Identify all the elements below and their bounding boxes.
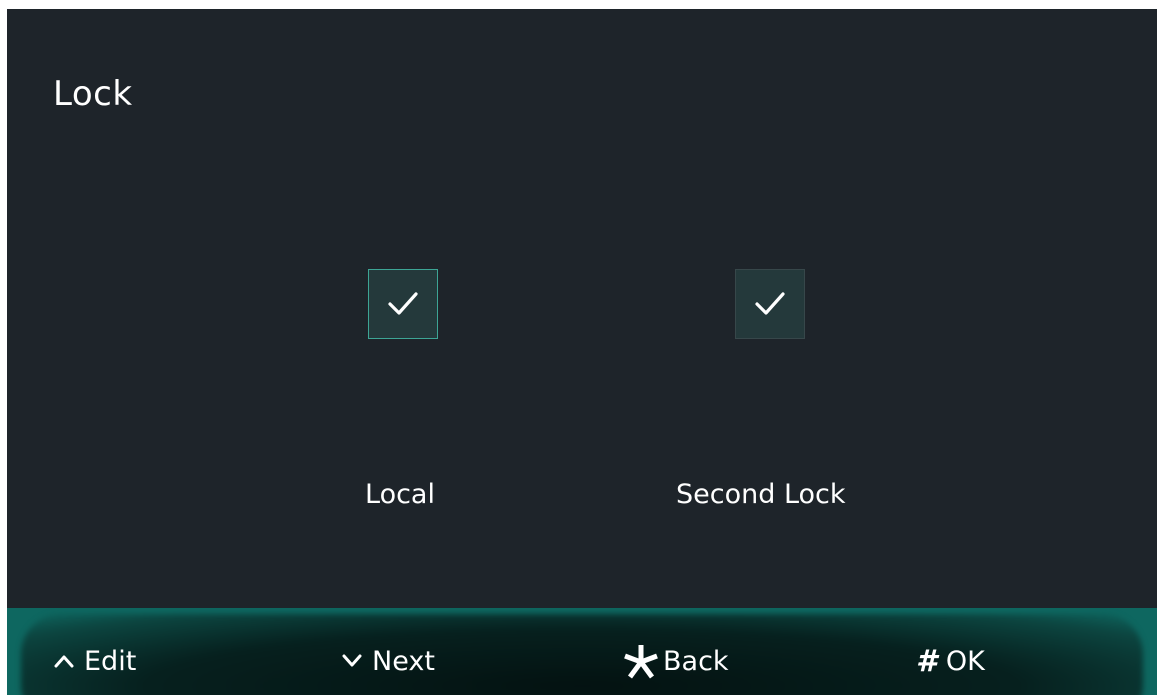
back-key-hint[interactable]: Back	[623, 641, 729, 681]
asterisk-icon	[623, 643, 659, 679]
page-title: Lock	[53, 74, 133, 114]
next-key-hint[interactable]: Next	[341, 641, 435, 681]
caret-up-icon	[53, 653, 75, 669]
ok-key-hint[interactable]: # OK	[916, 641, 985, 681]
checkmark-icon	[388, 292, 418, 315]
second-lock-checkbox[interactable]	[735, 269, 805, 339]
checkmark-icon	[755, 292, 785, 315]
ok-label: OK	[945, 645, 985, 677]
caret-down-icon	[341, 653, 363, 669]
hash-icon: #	[916, 643, 937, 679]
next-label: Next	[372, 645, 435, 677]
lock-screen: Lock Local Second Lock Edit Next Back # …	[7, 9, 1157, 695]
edit-label: Edit	[84, 645, 137, 677]
local-label: Local	[365, 479, 435, 510]
back-label: Back	[663, 645, 729, 677]
edit-key-hint[interactable]: Edit	[53, 641, 136, 681]
second-lock-label: Second Lock	[676, 479, 846, 510]
local-checkbox[interactable]	[368, 269, 438, 339]
